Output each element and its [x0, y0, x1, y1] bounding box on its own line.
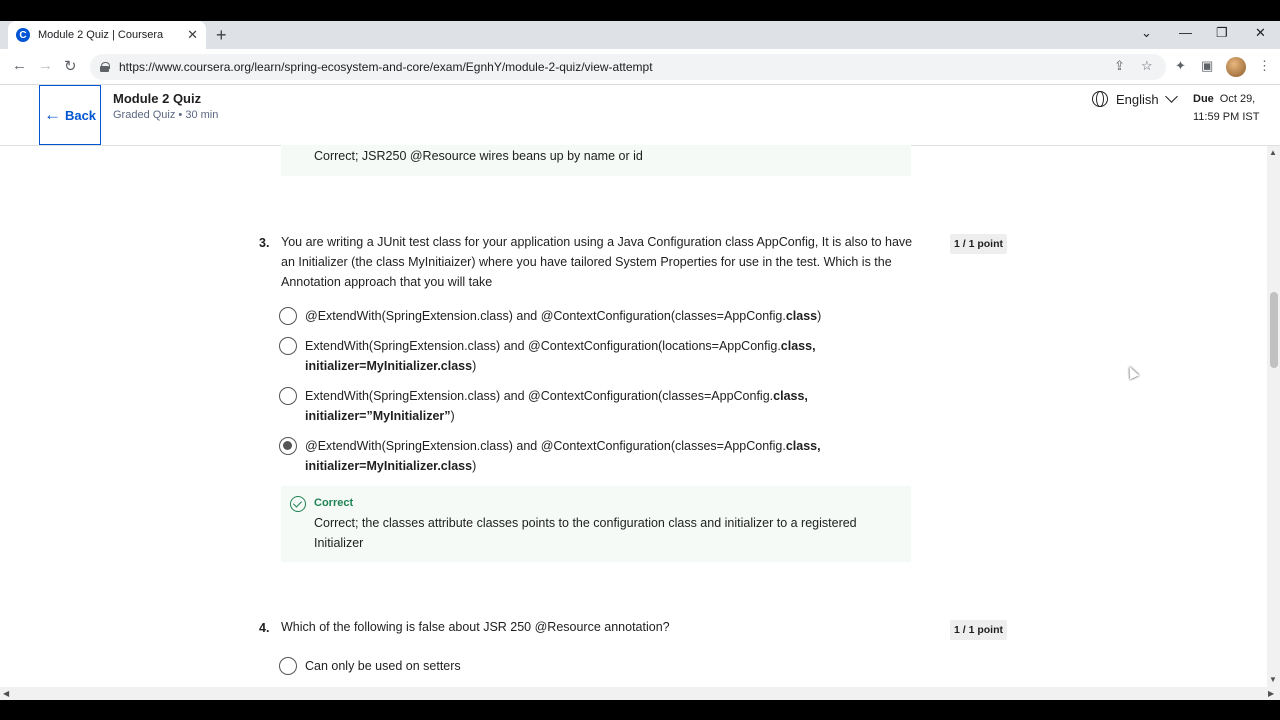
- language-selector[interactable]: English: [1092, 90, 1178, 107]
- restore-icon[interactable]: ❐: [1216, 25, 1228, 41]
- browser-tab-strip: C Module 2 Quiz | Coursera ✕ + ⌄ — ❐ ✕: [0, 21, 1280, 49]
- feedback-label: Correct: [314, 497, 354, 509]
- menu-kebab-icon[interactable]: ⋮: [1258, 58, 1271, 74]
- question-3-feedback: Correct Correct; the classes attribute c…: [281, 486, 911, 562]
- address-bar[interactable]: https://www.coursera.org/learn/spring-ec…: [90, 54, 1166, 80]
- due-time-text: 11:59 PM IST: [1193, 111, 1260, 123]
- browser-toolbar: ← → ↻ https://www.coursera.org/learn/spr…: [0, 49, 1280, 85]
- previous-feedback-text: Correct; JSR250 @Resource wires beans up…: [314, 149, 643, 163]
- check-circle-icon: [290, 496, 306, 512]
- q3-option-3[interactable]: ExtendWith(SpringExtension.class) and @C…: [279, 387, 819, 426]
- radio-button[interactable]: [279, 337, 297, 355]
- new-tab-icon[interactable]: +: [216, 25, 227, 46]
- browser-tab[interactable]: C Module 2 Quiz | Coursera ✕: [8, 21, 206, 49]
- q3-option-2-text: ExtendWith(SpringExtension.class) and @C…: [305, 339, 816, 373]
- q3-option-3-text: ExtendWith(SpringExtension.class) and @C…: [305, 389, 808, 423]
- q4-option-1-text: Can only be used on setters: [305, 659, 461, 673]
- back-label: Back: [64, 107, 97, 123]
- radio-button[interactable]: [279, 307, 297, 325]
- scroll-right-icon[interactable]: ▶: [1268, 689, 1274, 698]
- coursera-favicon-icon: C: [16, 28, 30, 42]
- due-date-text: Oct 29,: [1219, 93, 1256, 105]
- previous-feedback: Correct; JSR250 @Resource wires beans up…: [281, 145, 911, 176]
- q3-option-2[interactable]: ExtendWith(SpringExtension.class) and @C…: [279, 337, 839, 376]
- due-date: Due Oct 29, 11:59 PM IST: [1193, 90, 1259, 126]
- question-3-points: 1 / 1 point: [950, 234, 1008, 254]
- q3-option-4[interactable]: @ExtendWith(SpringExtension.class) and @…: [279, 437, 839, 476]
- radio-button[interactable]: [279, 387, 297, 405]
- lock-icon: [100, 62, 110, 72]
- due-label: Due: [1193, 93, 1214, 105]
- quiz-title: Module 2 Quiz: [113, 91, 202, 106]
- question-3-text: You are writing a JUnit test class for y…: [281, 235, 913, 289]
- bookmark-star-icon[interactable]: ☆: [1141, 58, 1153, 74]
- share-icon[interactable]: ⇪: [1114, 58, 1125, 74]
- minimize-icon[interactable]: —: [1179, 25, 1192, 40]
- question-4-text: Which of the following is false about JS…: [281, 620, 670, 634]
- language-label: English: [1116, 91, 1159, 107]
- url-text: https://www.coursera.org/learn/spring-ec…: [119, 60, 653, 74]
- question-4-number: 4.: [259, 621, 270, 635]
- q3-option-4-text: @ExtendWith(SpringExtension.class) and @…: [305, 439, 821, 473]
- close-tab-icon[interactable]: ✕: [187, 27, 198, 43]
- feedback-text: Correct; the classes attribute classes p…: [314, 516, 857, 550]
- radio-button-selected[interactable]: [279, 437, 297, 455]
- question-3-number: 3.: [259, 236, 270, 250]
- extensions-icon[interactable]: ✦: [1175, 58, 1186, 74]
- q4-option-1[interactable]: Can only be used on setters: [279, 657, 461, 676]
- q3-option-1[interactable]: @ExtendWith(SpringExtension.class) and @…: [279, 307, 821, 326]
- scroll-left-icon[interactable]: ◀: [3, 689, 9, 698]
- globe-icon: [1092, 91, 1108, 107]
- quiz-header: ← Back Module 2 Quiz Graded Quiz • 30 mi…: [0, 85, 1280, 146]
- reload-icon[interactable]: ↻: [64, 57, 77, 75]
- radio-button[interactable]: [279, 657, 297, 675]
- q3-option-1-text: @ExtendWith(SpringExtension.class) and @…: [305, 309, 822, 323]
- back-arrow-icon[interactable]: ←: [12, 57, 27, 74]
- scrollbar-thumb[interactable]: [1270, 292, 1278, 368]
- horizontal-scrollbar[interactable]: ◀ ▶: [0, 687, 1280, 700]
- page-content: ← Back Module 2 Quiz Graded Quiz • 30 mi…: [0, 85, 1280, 687]
- screen: C Module 2 Quiz | Coursera ✕ + ⌄ — ❐ ✕ ←…: [0, 0, 1280, 720]
- back-button[interactable]: ← Back: [39, 85, 101, 145]
- scroll-up-icon[interactable]: ▲: [1269, 148, 1277, 157]
- arrow-left-icon: ←: [43, 105, 61, 124]
- profile-avatar[interactable]: [1226, 57, 1246, 77]
- question-4-points: 1 / 1 point: [950, 620, 1008, 640]
- forward-arrow-icon[interactable]: →: [38, 57, 53, 74]
- tab-title: Module 2 Quiz | Coursera: [38, 29, 164, 41]
- vertical-scrollbar[interactable]: ▲ ▼: [1267, 146, 1280, 687]
- tab-search-icon[interactable]: ⌄: [1141, 25, 1152, 41]
- quiz-subtitle: Graded Quiz • 30 min: [113, 109, 219, 121]
- window-close-icon[interactable]: ✕: [1255, 25, 1266, 41]
- chevron-down-icon: [1164, 90, 1178, 103]
- scroll-down-icon[interactable]: ▼: [1269, 675, 1277, 684]
- side-panel-icon[interactable]: ▣: [1201, 58, 1213, 74]
